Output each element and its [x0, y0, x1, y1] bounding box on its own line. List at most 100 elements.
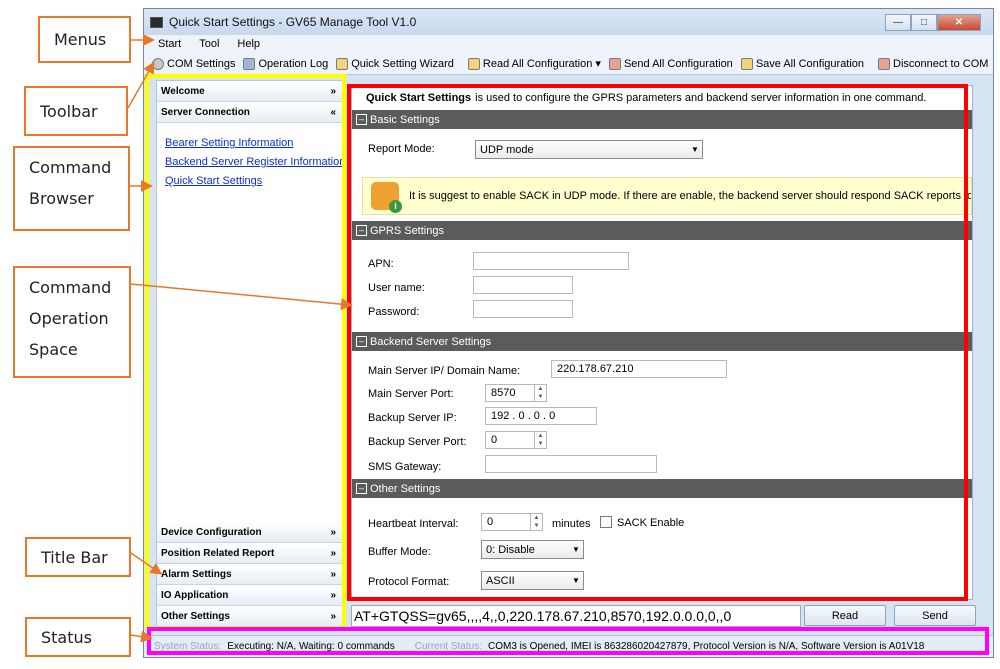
sidebar-link-backend-server[interactable]: Backend Server Register Information [165, 156, 345, 168]
operation-log-button[interactable]: Operation Log [243, 57, 329, 70]
sidebar-section-server-connection[interactable]: Server Connection « [157, 102, 342, 123]
backup-server-ip-field[interactable]: 192 . 0 . 0 . 0 [485, 407, 597, 425]
gprs-settings-header[interactable]: – GPRS Settings [352, 221, 972, 240]
callout-menus-text: Menus [54, 30, 107, 49]
section-title: Basic Settings [370, 113, 440, 126]
menu-tool[interactable]: Tool [199, 38, 219, 50]
sidebar-section-position-report[interactable]: Position Related Report » [157, 543, 342, 564]
com-settings-button[interactable]: COM Settings [152, 57, 236, 70]
sidebar-link-bearer[interactable]: Bearer Setting Information [165, 137, 342, 149]
read-button[interactable]: Read [804, 605, 886, 626]
callout-status: Status [25, 617, 131, 657]
operation-log-label: Operation Log [258, 57, 329, 70]
buffer-mode-value: 0: Disable [486, 543, 535, 556]
main-server-port-field[interactable]: 8570 ▲ ▼ [485, 384, 547, 402]
callout-toolbar: Toolbar [24, 86, 128, 136]
main-server-port-label: Main Server Port: [368, 388, 454, 400]
send-all-button[interactable]: Send All Configuration [608, 57, 733, 70]
protocol-format-label: Protocol Format: [368, 576, 450, 588]
chevron-down-icon: » [330, 610, 336, 622]
disconnect-button[interactable]: Disconnect to COM [878, 57, 989, 70]
collapse-icon[interactable]: – [356, 336, 367, 347]
sidebar-bottom-sections: Device Configuration » Position Related R… [157, 522, 342, 627]
basic-settings-body: Report Mode: UDP mode ▼ It is suggest to … [352, 129, 972, 221]
sidebar-links: Bearer Setting Information Backend Serve… [157, 123, 345, 187]
maximize-icon[interactable]: □ [911, 13, 937, 31]
apn-field[interactable] [473, 252, 629, 270]
heartbeat-interval-field[interactable]: 0 ▲ ▼ [481, 513, 543, 531]
command-operation-space: Quick Start Settings is used to configure… [351, 85, 973, 600]
protocol-format-select[interactable]: ASCII ▼ [481, 571, 584, 590]
window-title: Quick Start Settings - GV65 Manage Tool … [169, 15, 417, 29]
send-icon [608, 57, 621, 70]
read-icon [467, 57, 480, 70]
interval-stepper-icon[interactable]: ▲ ▼ [530, 514, 542, 530]
intro-text: Quick Start Settings is used to configure… [352, 86, 972, 110]
command-text-field[interactable]: AT+GTQSS=gv65,,,,4,,0,220.178.67.210,857… [351, 605, 801, 627]
port-stepper-icon[interactable]: ▲ ▼ [534, 432, 546, 448]
sidebar-section-welcome[interactable]: Welcome » [157, 81, 342, 102]
com-settings-label: COM Settings [167, 57, 236, 70]
sack-enable-checkbox[interactable] [600, 516, 612, 528]
callout-command-browser: Command Browser [13, 146, 130, 231]
annotated-screenshot: Quick Start Settings - GV65 Manage Tool … [0, 0, 1000, 669]
sidebar-section-other-settings[interactable]: Other Settings » [157, 606, 342, 627]
menu-bar: Start Tool Help [144, 35, 993, 53]
backend-server-settings-header[interactable]: – Backend Server Settings [352, 332, 972, 351]
chevron-down-icon: ▼ [572, 545, 580, 554]
app-window: Quick Start Settings - GV65 Manage Tool … [143, 8, 994, 658]
password-label: Password: [368, 306, 420, 318]
section-title: GPRS Settings [370, 224, 444, 237]
buffer-mode-label: Buffer Mode: [368, 546, 431, 558]
username-field[interactable] [473, 276, 573, 294]
minimize-icon[interactable]: — [885, 13, 911, 31]
minutes-unit: minutes [552, 518, 591, 530]
disconnect-icon [878, 57, 891, 70]
callout-command-browser-line1: Command [29, 158, 112, 177]
callout-command-browser-line2: Browser [29, 189, 94, 208]
chevron-down-icon: » [330, 589, 336, 601]
report-mode-select[interactable]: UDP mode ▼ [475, 140, 703, 159]
save-all-button[interactable]: Save All Configuration [740, 57, 865, 70]
heartbeat-interval-label: Heartbeat Interval: [368, 518, 459, 530]
basic-settings-header[interactable]: – Basic Settings [352, 110, 972, 129]
sidebar-section-io-application[interactable]: IO Application » [157, 585, 342, 606]
sidebar-section-device-configuration[interactable]: Device Configuration » [157, 522, 342, 543]
other-settings-header[interactable]: – Other Settings [352, 479, 972, 498]
read-all-button[interactable]: Read All Configuration ▾ [467, 57, 601, 70]
sidebar-section-alarm-settings[interactable]: Alarm Settings » [157, 564, 342, 585]
sack-enable-label: SACK Enable [617, 517, 685, 529]
send-button[interactable]: Send [894, 605, 976, 626]
collapse-icon[interactable]: – [356, 483, 367, 494]
main-server-ip-field[interactable]: 220.178.67.210 [551, 360, 727, 378]
callout-menus: Menus [38, 16, 131, 63]
disconnect-label: Disconnect to COM [893, 57, 989, 70]
callout-title-bar-text: Title Bar [41, 547, 108, 567]
close-icon[interactable]: ✕ [937, 13, 981, 31]
save-all-label: Save All Configuration [755, 57, 865, 70]
chevron-down-icon[interactable]: ▾ [595, 57, 601, 70]
collapse-icon[interactable]: – [356, 114, 367, 125]
send-all-label: Send All Configuration [623, 57, 733, 70]
callout-cos-line2: Operation [29, 309, 109, 328]
chevron-down-icon: » [330, 526, 336, 538]
sidebar-section-label: Device Configuration [161, 526, 262, 538]
window-controls: — □ ✕ [885, 13, 981, 31]
heartbeat-interval-value: 0 [487, 516, 494, 528]
quick-setting-wizard-button[interactable]: Quick Setting Wizard [336, 57, 454, 70]
backup-server-port-field[interactable]: 0 ▲ ▼ [485, 431, 547, 449]
menu-start[interactable]: Start [158, 38, 181, 50]
password-field[interactable] [473, 300, 573, 318]
quick-setting-wizard-label: Quick Setting Wizard [351, 57, 454, 70]
menu-help[interactable]: Help [237, 38, 260, 50]
sack-notice-text: It is suggest to enable SACK in UDP mode… [409, 190, 972, 202]
sms-gateway-field[interactable] [485, 455, 657, 473]
title-bar: Quick Start Settings - GV65 Manage Tool … [144, 9, 993, 35]
buffer-mode-select[interactable]: 0: Disable ▼ [481, 540, 584, 559]
port-stepper-icon[interactable]: ▲ ▼ [534, 385, 546, 401]
rss-info-icon [371, 182, 402, 213]
sidebar-link-quick-start[interactable]: Quick Start Settings [165, 175, 342, 187]
command-browser: Welcome » Server Connection « Bearer Setti… [156, 80, 345, 628]
collapse-icon[interactable]: – [356, 225, 367, 236]
status-bar: System Status: Executing: N/A, Waiting: … [144, 635, 993, 657]
